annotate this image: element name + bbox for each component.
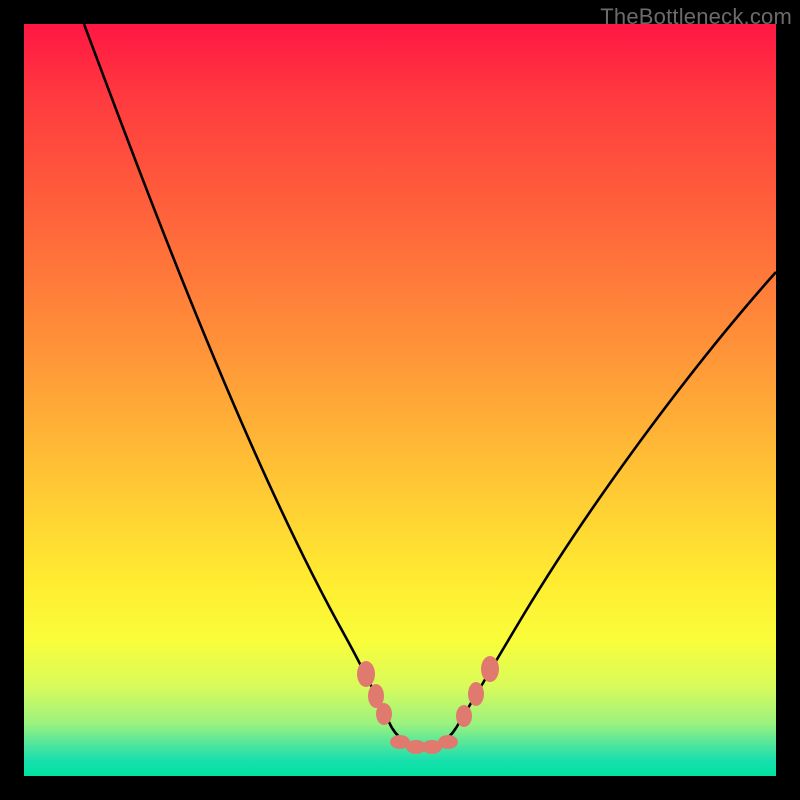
marker-dot bbox=[456, 705, 472, 727]
bottleneck-curve bbox=[24, 24, 776, 776]
curve-right-arm bbox=[456, 272, 776, 728]
marker-dot bbox=[468, 682, 484, 706]
chart-plot-area bbox=[24, 24, 776, 776]
curve-left-arm bbox=[84, 24, 392, 728]
watermark-label: TheBottleneck.com bbox=[600, 4, 792, 30]
marker-dot bbox=[357, 661, 375, 687]
marker-dot bbox=[376, 703, 392, 725]
marker-dot bbox=[481, 656, 499, 682]
marker-dot bbox=[438, 735, 458, 749]
